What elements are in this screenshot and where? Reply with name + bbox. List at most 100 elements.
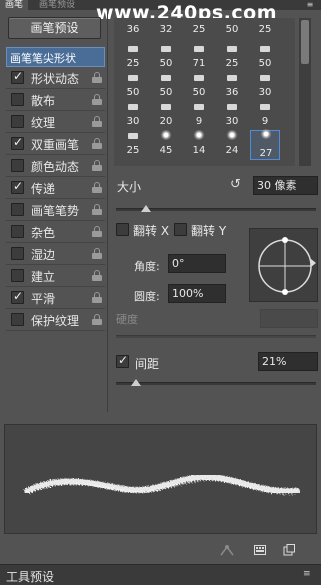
brush-setting-5[interactable]: 颜色动态 xyxy=(6,155,105,177)
brush-setting-label: 传递 xyxy=(31,182,56,196)
tab-brush[interactable]: 画笔 xyxy=(0,0,29,10)
spacing-checkbox[interactable]: ✓ xyxy=(116,353,129,368)
brush-setting-0[interactable]: 画笔笔尖形状 xyxy=(6,47,105,67)
brush-setting-3[interactable]: 纹理 xyxy=(6,111,105,133)
brush-tip[interactable]: 25 xyxy=(118,45,148,71)
brush-setting-2[interactable]: 散布 xyxy=(6,89,105,111)
brush-setting-9[interactable]: 湿边 xyxy=(6,243,105,265)
lock-icon[interactable] xyxy=(92,72,102,83)
size-field[interactable]: 30 像素 xyxy=(253,176,318,195)
brush-setting-11[interactable]: ✓ 平滑 xyxy=(6,287,105,309)
brush-tip[interactable]: 9 xyxy=(250,103,280,129)
brush-tip[interactable]: 14 xyxy=(184,130,214,158)
tab-brush-presets[interactable]: 画笔预设 xyxy=(34,0,80,10)
brush-tip-thumbnail xyxy=(160,130,172,140)
brush-setting-label: 形状动态 xyxy=(31,72,80,86)
brush-tip[interactable]: 50 xyxy=(151,45,181,71)
lock-icon[interactable] xyxy=(92,204,102,215)
brush-setting-checkbox[interactable] xyxy=(11,115,24,128)
lock-icon[interactable] xyxy=(92,138,102,149)
brush-tip[interactable]: 30 xyxy=(217,103,247,129)
brush-setting-label: 建立 xyxy=(31,270,56,284)
brush-setting-checkbox[interactable]: ✓ xyxy=(11,69,24,84)
toggle-live-tip-icon[interactable] xyxy=(220,544,234,556)
angle-label: 角度: xyxy=(134,260,160,273)
brush-tip[interactable]: 71 xyxy=(184,45,214,71)
angle-field[interactable]: 0° xyxy=(168,254,226,273)
lock-icon[interactable] xyxy=(92,270,102,281)
hardness-label: 硬度 xyxy=(116,313,138,326)
brush-tip-size: 50 xyxy=(225,24,239,35)
angle-roundness-widget[interactable] xyxy=(249,228,318,302)
brush-tip[interactable]: 36 xyxy=(118,22,148,40)
brush-setting-checkbox[interactable]: ✓ xyxy=(11,289,24,304)
brush-tip[interactable]: 9 xyxy=(184,103,214,129)
brush-tip[interactable]: 50 xyxy=(118,74,148,100)
brush-setting-checkbox[interactable] xyxy=(11,247,24,260)
brush-setting-checkbox[interactable]: ✓ xyxy=(11,179,24,194)
brush-setting-7[interactable]: 画笔笔势 xyxy=(6,199,105,221)
brush-setting-checkbox[interactable] xyxy=(11,225,24,238)
spacing-label: 间距 xyxy=(135,357,160,371)
brush-setting-checkbox[interactable] xyxy=(11,269,24,282)
spacing-slider-thumb[interactable] xyxy=(131,379,141,386)
brush-setting-checkbox[interactable] xyxy=(11,203,24,216)
brush-setting-6[interactable]: ✓ 传递 xyxy=(6,177,105,199)
brush-setting-1[interactable]: ✓ 形状动态 xyxy=(6,67,105,89)
brush-setting-8[interactable]: 杂色 xyxy=(6,221,105,243)
brush-tip[interactable]: 50 xyxy=(184,74,214,100)
brush-tip[interactable]: 30 xyxy=(118,103,148,129)
brush-tip[interactable]: 27 xyxy=(250,129,280,160)
brush-tip[interactable]: 50 xyxy=(250,45,280,71)
brush-tip[interactable]: 25 xyxy=(118,132,148,158)
brush-tip[interactable]: 32 xyxy=(151,22,181,40)
roundness-field[interactable]: 100% xyxy=(168,284,226,303)
brush-tip-thumbnail xyxy=(194,104,204,110)
spacing-slider-track[interactable] xyxy=(116,382,316,385)
brush-setting-10[interactable]: 建立 xyxy=(6,265,105,287)
brush-setting-4[interactable]: ✓ 双重画笔 xyxy=(6,133,105,155)
brush-tip[interactable]: 30 xyxy=(250,74,280,100)
lock-icon[interactable] xyxy=(92,292,102,303)
flip-y-checkbox[interactable] xyxy=(174,223,187,236)
lock-icon[interactable] xyxy=(92,94,102,105)
new-brush-icon[interactable] xyxy=(283,544,295,556)
brush-setting-checkbox[interactable] xyxy=(11,93,24,106)
panel-menu-icon[interactable]: ≡ xyxy=(303,569,317,579)
brush-setting-12[interactable]: 保护纹理 xyxy=(6,309,105,331)
brush-setting-checkbox[interactable]: ✓ xyxy=(11,135,24,150)
lock-icon[interactable] xyxy=(92,314,102,325)
lock-icon[interactable] xyxy=(92,248,102,259)
lock-icon[interactable] xyxy=(92,160,102,171)
lock-icon[interactable] xyxy=(92,226,102,237)
spacing-field[interactable]: 21% xyxy=(258,352,318,371)
brush-tip[interactable]: 36 xyxy=(217,74,247,100)
brush-tip[interactable]: 25 xyxy=(250,22,280,40)
brush-tip[interactable]: 20 xyxy=(151,103,181,129)
brush-tip[interactable]: 50 xyxy=(151,74,181,100)
size-slider-thumb[interactable] xyxy=(141,205,151,212)
brush-setting-checkbox[interactable] xyxy=(11,313,24,326)
brush-tip-thumbnail xyxy=(194,75,204,81)
brush-tip[interactable]: 24 xyxy=(217,130,247,158)
brush-setting-checkbox[interactable] xyxy=(11,159,24,172)
brush-tip[interactable]: 45 xyxy=(151,130,181,158)
brush-tip[interactable]: 25 xyxy=(217,45,247,71)
tip-grid-scroll-thumb[interactable] xyxy=(301,20,309,64)
brush-tip-size: 50 xyxy=(192,87,206,98)
lock-icon[interactable] xyxy=(92,182,102,193)
brush-tip-size: 25 xyxy=(225,58,239,69)
brush-presets-button[interactable]: 画笔预设 xyxy=(8,17,101,39)
lock-icon[interactable] xyxy=(92,116,102,127)
brush-tip[interactable]: 50 xyxy=(217,22,247,40)
panel-menu-icon[interactable]: ≡ xyxy=(303,0,317,10)
reset-size-icon[interactable]: ↺ xyxy=(230,178,244,192)
brush-setting-label: 湿边 xyxy=(31,248,56,262)
check-icon: ✓ xyxy=(13,289,24,303)
brush-tip[interactable]: 25 xyxy=(184,22,214,40)
brush-grid-icon[interactable] xyxy=(254,544,266,556)
brush-tip-size: 50 xyxy=(159,58,173,69)
tool-presets-label[interactable]: 工具预设 xyxy=(6,568,54,585)
flip-x-checkbox[interactable] xyxy=(116,223,129,236)
wheel-arrow-icon[interactable] xyxy=(311,259,316,267)
